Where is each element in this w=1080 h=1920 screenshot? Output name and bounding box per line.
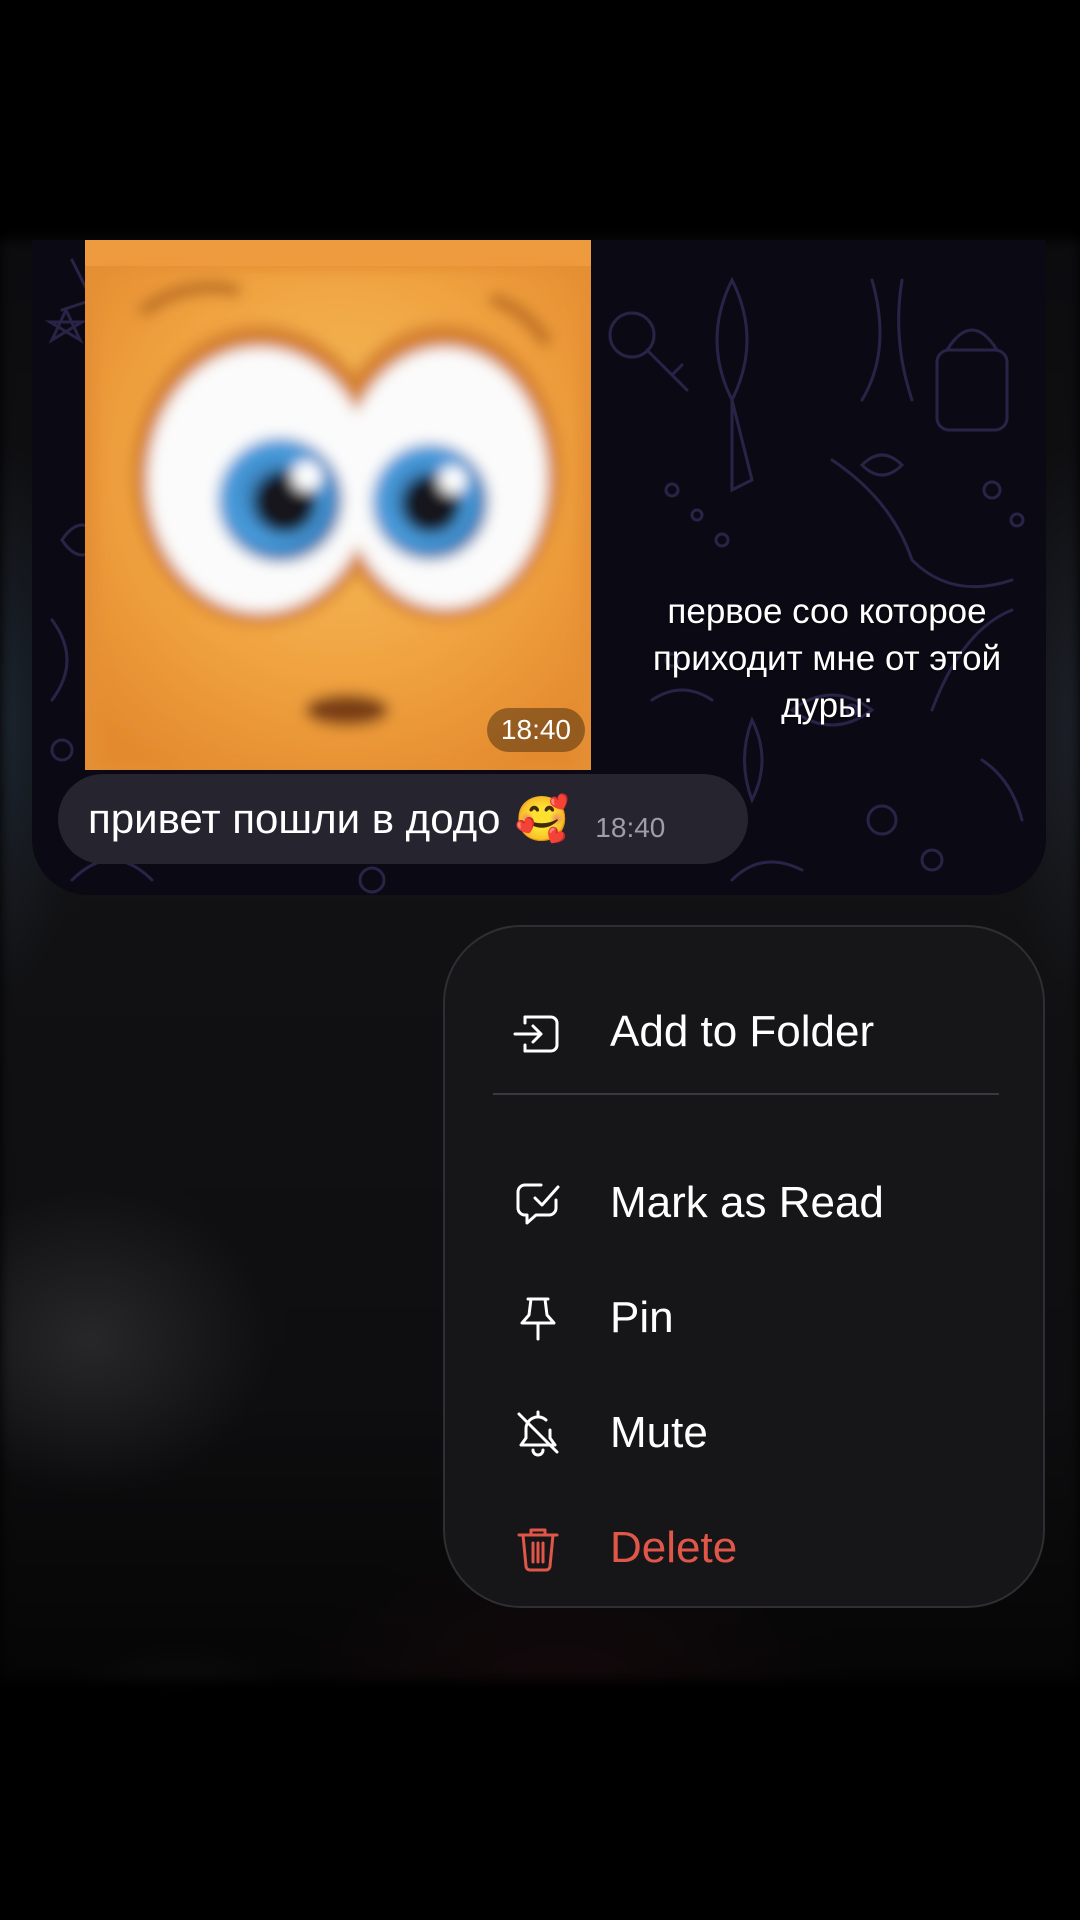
context-menu: Add to Folder Mark as Read Pin Mute Dele…: [443, 925, 1045, 1608]
photo-attachment[interactable]: 18:40: [85, 240, 591, 770]
message-bubble[interactable]: привет пошли в додо 🥰 18:40: [58, 774, 748, 864]
chat-preview: 18:40 первое соо которое приходит мне от…: [32, 240, 1046, 895]
menu-item-mark-as-read[interactable]: Mark as Read: [445, 1155, 1043, 1251]
menu-item-add-to-folder[interactable]: Add to Folder: [445, 984, 1043, 1080]
emoji-face-image: [85, 240, 591, 770]
bell-off-icon: [511, 1406, 565, 1460]
mark-read-icon: [511, 1176, 565, 1230]
screen: 18:40 первое соо которое приходит мне от…: [0, 0, 1080, 1920]
menu-label: Mute: [610, 1408, 708, 1457]
message-timestamp: 18:40: [595, 812, 666, 843]
pin-icon: [511, 1291, 565, 1345]
trash-icon: [511, 1521, 565, 1575]
menu-item-mute[interactable]: Mute: [445, 1385, 1043, 1481]
message-caption: первое соо которое приходит мне от этой …: [652, 592, 1002, 725]
menu-label: Mark as Read: [610, 1178, 884, 1227]
menu-label: Add to Folder: [610, 1007, 875, 1056]
photo-timestamp: 18:40: [486, 708, 585, 752]
menu-label: Pin: [610, 1293, 674, 1342]
smiling-hearts-emoji: 🥰: [514, 795, 570, 844]
menu-item-pin[interactable]: Pin: [445, 1270, 1043, 1366]
message-text: привет пошли в додо: [88, 795, 501, 842]
menu-item-delete[interactable]: Delete: [445, 1500, 1043, 1596]
menu-label-delete: Delete: [610, 1523, 738, 1572]
folder-add-icon: [511, 1005, 565, 1059]
menu-divider: [493, 1093, 999, 1095]
